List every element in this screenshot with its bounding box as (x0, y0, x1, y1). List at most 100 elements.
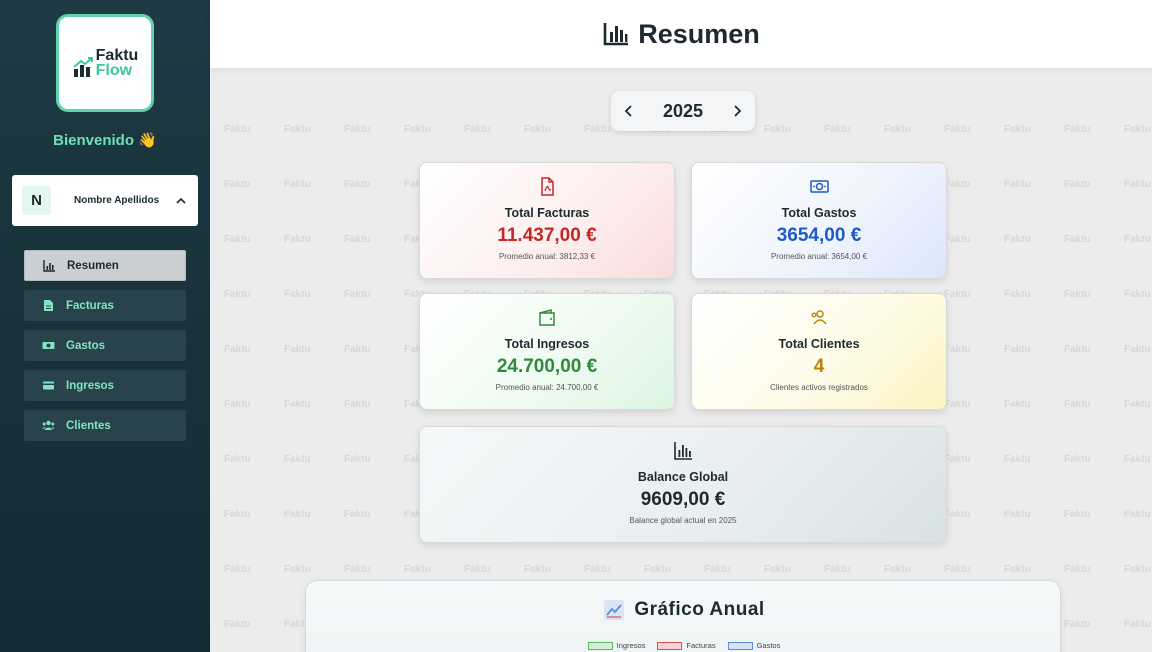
card-title: Total Ingresos (504, 337, 590, 351)
avatar: N (22, 186, 51, 215)
watermark-logo: Faktu (524, 564, 551, 575)
watermark-logo: Faktu (284, 234, 311, 245)
legend-swatch (657, 641, 683, 650)
user-menu[interactable]: N Nombre Apellidos (12, 175, 198, 226)
legend-label: Ingresos (616, 641, 646, 650)
watermark-logo: Faktu (344, 179, 371, 190)
watermark-logo: Faktu (824, 124, 851, 135)
card-total-facturas: Total Facturas 11.437,00 € Promedio anua… (419, 162, 675, 279)
watermark-logo: Faktu (284, 289, 311, 300)
watermark-logo: Faktu (344, 234, 371, 245)
watermark-logo: Faktu (944, 454, 971, 465)
watermark-logo: Faktu (1064, 234, 1091, 245)
watermark-logo: Faktu (344, 344, 371, 355)
watermark-logo: Faktu (284, 564, 311, 575)
sidebar-item-facturas[interactable]: Facturas (24, 290, 186, 321)
watermark-logo: Faktu (764, 124, 791, 135)
watermark-logo: Faktu (404, 564, 431, 575)
card-title: Total Facturas (504, 206, 590, 220)
card-value: 24.700,00 € (496, 356, 598, 377)
watermark-logo: Faktu (224, 399, 251, 410)
watermark-logo: Faktu (884, 564, 911, 575)
watermark-logo: Faktu (404, 124, 431, 135)
sidebar-nav: Resumen Facturas Gastos Ingresos Cliente… (24, 250, 186, 450)
watermark-logo: Faktu (224, 344, 251, 355)
card-value: 9609,00 € (640, 489, 726, 510)
watermark-logo: Faktu (224, 234, 251, 245)
watermark-logo: Faktu (344, 124, 371, 135)
watermark-logo: Faktu (944, 234, 971, 245)
watermark-logo: Faktu (944, 344, 971, 355)
card-total-clientes: Total Clientes 4 Clientes activos regist… (691, 293, 947, 410)
background-watermark: Faktu Faktu Faktu Faktu Faktu Faktu Faktu Faktu… (210, 68, 1152, 652)
wallet-icon (538, 309, 555, 326)
watermark-logo: Faktu (1004, 454, 1031, 465)
chevron-right-icon[interactable] (729, 103, 745, 119)
sidebar-item-ingresos[interactable]: Ingresos (24, 370, 186, 401)
watermark-logo: Faktu (284, 399, 311, 410)
sidebar-item-gastos[interactable]: Gastos (24, 330, 186, 361)
watermark-logo: Faktu (344, 399, 371, 410)
watermark-logo: Faktu (344, 509, 371, 520)
annual-chart-panel: Gráfico Anual Ingresos Facturas Gastos (305, 580, 1061, 652)
watermark-logo: Faktu (1124, 564, 1151, 575)
watermark-logo: Faktu (1064, 454, 1091, 465)
card-title: Total Clientes (778, 337, 860, 351)
page-header: Resumen (210, 0, 1152, 68)
watermark-logo: Faktu (1004, 179, 1031, 190)
card-subtitle: Promedio anual: 3654,00 € (770, 252, 868, 261)
legend-item-ingresos[interactable]: Ingresos (587, 641, 646, 650)
sidebar-item-label: Ingresos (66, 379, 114, 392)
app-logo[interactable]: Faktu Flow (56, 14, 154, 112)
chart-bar-icon (603, 23, 629, 46)
watermark-logo: Faktu (1004, 399, 1031, 410)
watermark-logo: Faktu (224, 509, 251, 520)
card-title: Total Gastos (781, 206, 857, 220)
watermark-logo: Faktu (344, 289, 371, 300)
watermark-logo: Faktu (704, 564, 731, 575)
page-title: Resumen (602, 19, 760, 50)
watermark-logo: Faktu (1124, 509, 1151, 520)
logo-text-2: Flow (95, 62, 133, 79)
legend-item-gastos[interactable]: Gastos (727, 641, 780, 650)
watermark-logo: Faktu (1124, 619, 1151, 630)
chart-bar-icon (673, 442, 692, 460)
watermark-logo: Faktu (884, 124, 911, 135)
watermark-logo: Faktu (1124, 124, 1151, 135)
chevron-left-icon[interactable] (621, 103, 637, 119)
watermark-logo: Faktu (224, 124, 251, 135)
legend-swatch (727, 641, 753, 650)
legend-swatch (587, 641, 613, 650)
watermark-logo: Faktu (224, 619, 251, 630)
watermark-logo: Faktu (1064, 344, 1091, 355)
watermark-logo: Faktu (224, 564, 251, 575)
chart-title-text: Gráfico Anual (634, 599, 765, 620)
chevron-up-icon[interactable] (174, 194, 188, 208)
sidebar-item-resumen[interactable]: Resumen (24, 250, 186, 281)
watermark-logo: Faktu (284, 124, 311, 135)
logo-chart-icon (73, 57, 93, 77)
page-title-text: Resumen (638, 18, 760, 49)
watermark-logo: Faktu (1064, 124, 1091, 135)
watermark-logo: Faktu (1064, 289, 1091, 300)
chart-bar-icon (43, 260, 55, 272)
sidebar-item-clientes[interactable]: Clientes (24, 410, 186, 441)
card-value: 11.437,00 € (497, 225, 597, 246)
year-selector: 2025 (611, 91, 755, 131)
sidebar-item-label: Clientes (66, 419, 111, 432)
watermark-logo: Faktu (644, 564, 671, 575)
user-name: Nombre Apellidos (74, 195, 160, 206)
watermark-logo: Faktu (1004, 289, 1031, 300)
watermark-logo: Faktu (224, 454, 251, 465)
watermark-logo: Faktu (944, 289, 971, 300)
watermark-logo: Faktu (824, 564, 851, 575)
legend-item-facturas[interactable]: Facturas (657, 641, 716, 650)
watermark-logo: Faktu (1124, 399, 1151, 410)
watermark-logo: Faktu (1124, 344, 1151, 355)
watermark-logo: Faktu (1064, 509, 1091, 520)
logo-text-1: Faktu (95, 47, 139, 64)
file-pdf-icon (540, 177, 554, 196)
watermark-logo: Faktu (584, 124, 611, 135)
watermark-logo: Faktu (1124, 289, 1151, 300)
card-total-ingresos: Total Ingresos 24.700,00 € Promedio anua… (419, 293, 675, 410)
